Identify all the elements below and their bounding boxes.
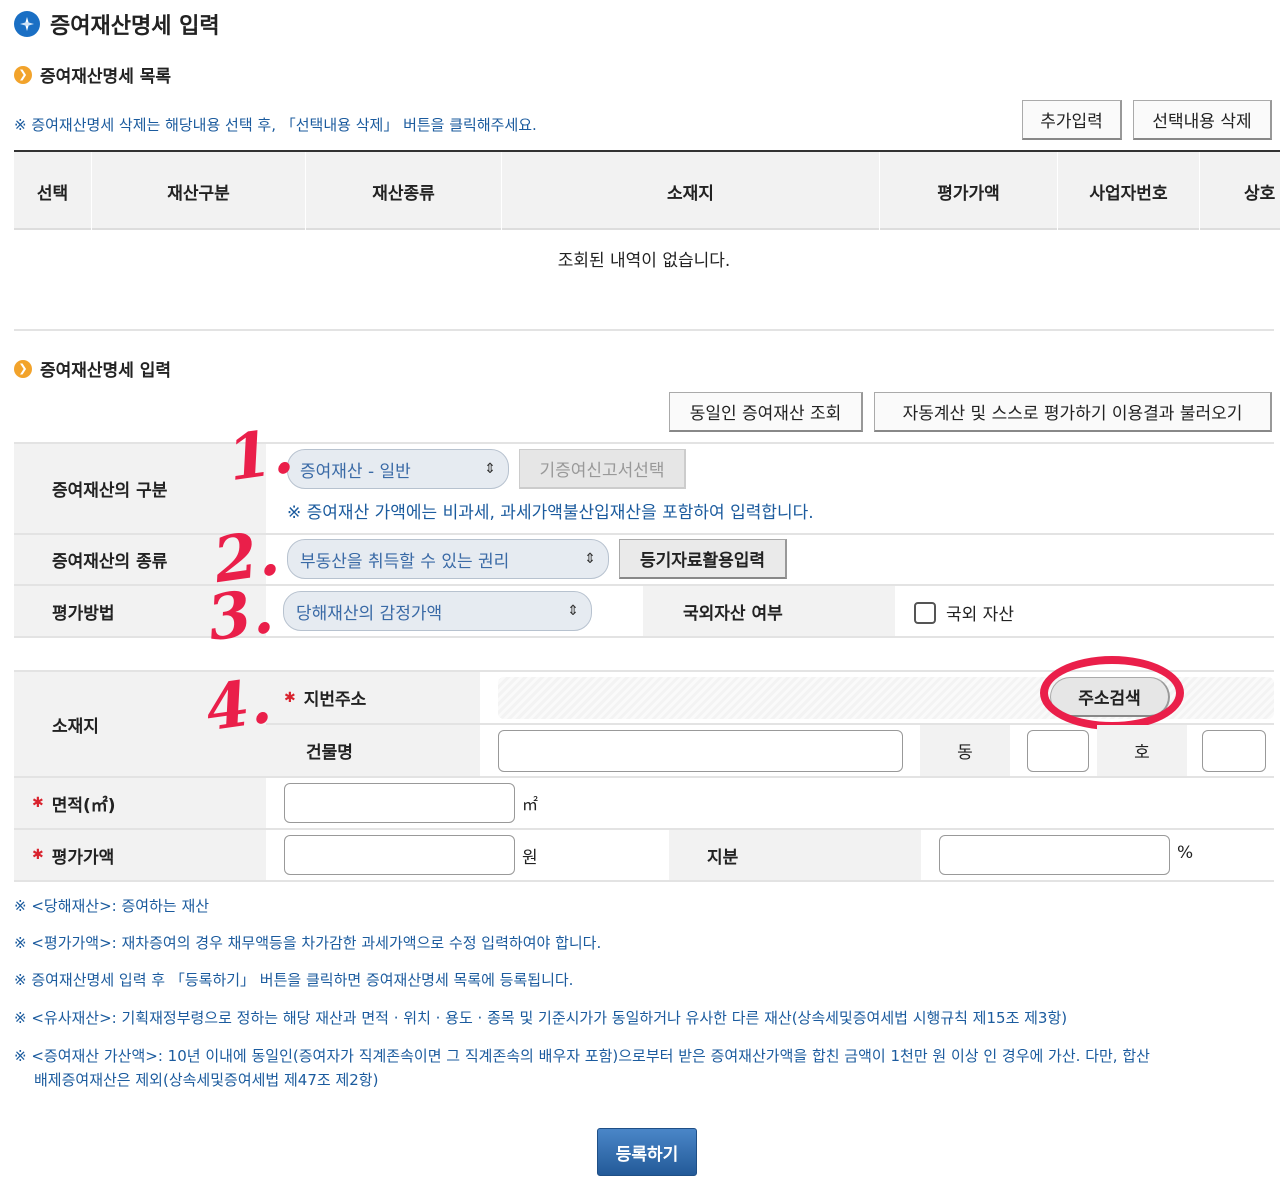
dong-label: 동 — [920, 725, 1010, 776]
compass-icon — [14, 11, 40, 37]
foreign-asset-checkbox-label: 국외 자산 — [946, 605, 1014, 625]
column-header-trade-name: 상호 — [1200, 152, 1280, 230]
column-header-category: 재산구분 — [92, 152, 306, 230]
note-gift-addition: ※ <증여재산 가산액>: 10년 이내에 동일인(증여자가 직계존속이면 그 … — [14, 1047, 1150, 1065]
registry-data-input-button[interactable]: 등기자료활용입력 — [619, 539, 787, 579]
note-similar-property: ※ <유사재산>: 기획재정부령으로 정하는 해당 재산과 면적 · 위치 · … — [14, 1009, 1068, 1027]
select-updown-icon: ⇕ — [584, 551, 596, 567]
divider — [14, 636, 1274, 638]
auto-calc-import-button[interactable]: 자동계산 및 스스로 평가하기 이용결과 불러오기 — [874, 392, 1272, 432]
share-label: 지분 — [669, 830, 921, 880]
same-person-gift-lookup-button[interactable]: 동일인 증여재산 조회 — [669, 392, 863, 432]
column-header-type: 재산종류 — [306, 152, 502, 230]
share-input[interactable] — [939, 835, 1170, 875]
area-label-text: 면적(㎡) — [51, 795, 116, 816]
method-select-value: 당해재산의 감정가액 — [296, 603, 443, 624]
bullet-arrow-icon: ❯ — [14, 359, 32, 378]
area-unit: ㎡ — [522, 795, 539, 814]
empty-message: 조회된 내역이 없습니다. — [557, 251, 731, 271]
category-select[interactable]: 증여재산 - 일반 ⇕ — [287, 449, 509, 489]
annotation-number-4: 4. — [201, 663, 276, 746]
building-name-label: 건물명 — [266, 725, 480, 776]
building-name-input[interactable] — [498, 730, 903, 772]
method-select[interactable]: 당해재산의 감정가액 ⇕ — [283, 591, 592, 631]
select-updown-icon: ⇕ — [484, 461, 496, 477]
dong-input[interactable] — [1027, 730, 1089, 772]
note-register: ※ 증여재산명세 입력 후 「등록하기」 버튼을 클릭하면 증여재산명세 목록에… — [14, 971, 574, 989]
required-star-icon: ✱ — [32, 847, 44, 863]
category-select-value: 증여재산 - 일반 — [300, 461, 411, 482]
type-select[interactable]: 부동산을 취득할 수 있는 권리 ⇕ — [287, 539, 609, 579]
value-unit: 원 — [522, 848, 538, 868]
lot-address-label: ✱ 지번주소 — [266, 672, 480, 723]
note-gift-addition-cont: 배제증여재산은 제외(상속세및증여세법 제47조 제2항) — [34, 1071, 379, 1089]
required-star-icon: ✱ — [284, 689, 296, 706]
divider — [14, 329, 1274, 331]
list-delete-note: ※ 증여재산명세 삭제는 해당내용 선택 후, 「선택내용 삭제」 버튼을 클릭… — [14, 116, 537, 134]
annotation-number-3: 3. — [203, 573, 278, 656]
value-input[interactable] — [284, 835, 515, 875]
foreign-asset-checkbox-row[interactable]: 국외 자산 — [914, 600, 1014, 625]
foreign-asset-checkbox[interactable] — [914, 601, 936, 624]
lot-address-label-text: 지번주소 — [303, 690, 367, 710]
bullet-arrow-icon: ❯ — [14, 65, 32, 84]
note-valuation: ※ <평가가액>: 재차증여의 경우 채무액등을 차가감한 과세가액으로 수정 … — [14, 934, 602, 952]
share-unit: % — [1177, 843, 1194, 863]
ho-input[interactable] — [1202, 730, 1266, 772]
category-note: ※ 증여재산 가액에는 비과세, 과세가액불산입재산을 포함하여 입력합니다. — [287, 503, 814, 523]
annotation-number-1: 1. — [223, 413, 298, 496]
divider — [14, 880, 1274, 882]
required-star-icon: ✱ — [32, 795, 44, 811]
list-section-title: ❯ 증여재산명세 목록 — [14, 62, 171, 87]
delete-selected-button[interactable]: 선택내용 삭제 — [1133, 100, 1272, 140]
type-select-value: 부동산을 취득할 수 있는 권리 — [300, 551, 510, 572]
value-label: ✱ 평가가액 — [14, 830, 266, 880]
select-updown-icon: ⇕ — [567, 603, 579, 619]
input-section-title-text: 증여재산명세 입력 — [40, 361, 172, 381]
previous-gift-report-select-button[interactable]: 기증여신고서선택 — [519, 449, 686, 489]
list-section-title-text: 증여재산명세 목록 — [40, 67, 172, 87]
area-label: ✱ 면적(㎡) — [14, 778, 266, 828]
register-button[interactable]: 등록하기 — [597, 1128, 697, 1176]
column-header-value: 평가가액 — [880, 152, 1058, 230]
area-input[interactable] — [284, 783, 515, 823]
add-input-button[interactable]: 추가입력 — [1022, 100, 1122, 140]
note-current-property: ※ <당해재산>: 증여하는 재산 — [14, 897, 210, 915]
ho-label: 호 — [1097, 725, 1187, 776]
foreign-asset-label: 국외자산 여부 — [643, 586, 895, 636]
column-header-business-number: 사업자번호 — [1058, 152, 1200, 230]
annotation-circle — [1040, 656, 1184, 730]
page-title-text: 증여재산명세 입력 — [50, 14, 220, 39]
input-section-title: ❯ 증여재산명세 입력 — [14, 356, 171, 381]
column-header-select: 선택 — [14, 152, 92, 230]
page-title: 증여재산명세 입력 — [14, 8, 220, 40]
value-label-text: 평가가액 — [51, 847, 115, 868]
table-header: 선택 재산구분 재산종류 소재지 평가가액 사업자번호 상호 — [14, 150, 1280, 230]
column-header-location: 소재지 — [502, 152, 880, 230]
